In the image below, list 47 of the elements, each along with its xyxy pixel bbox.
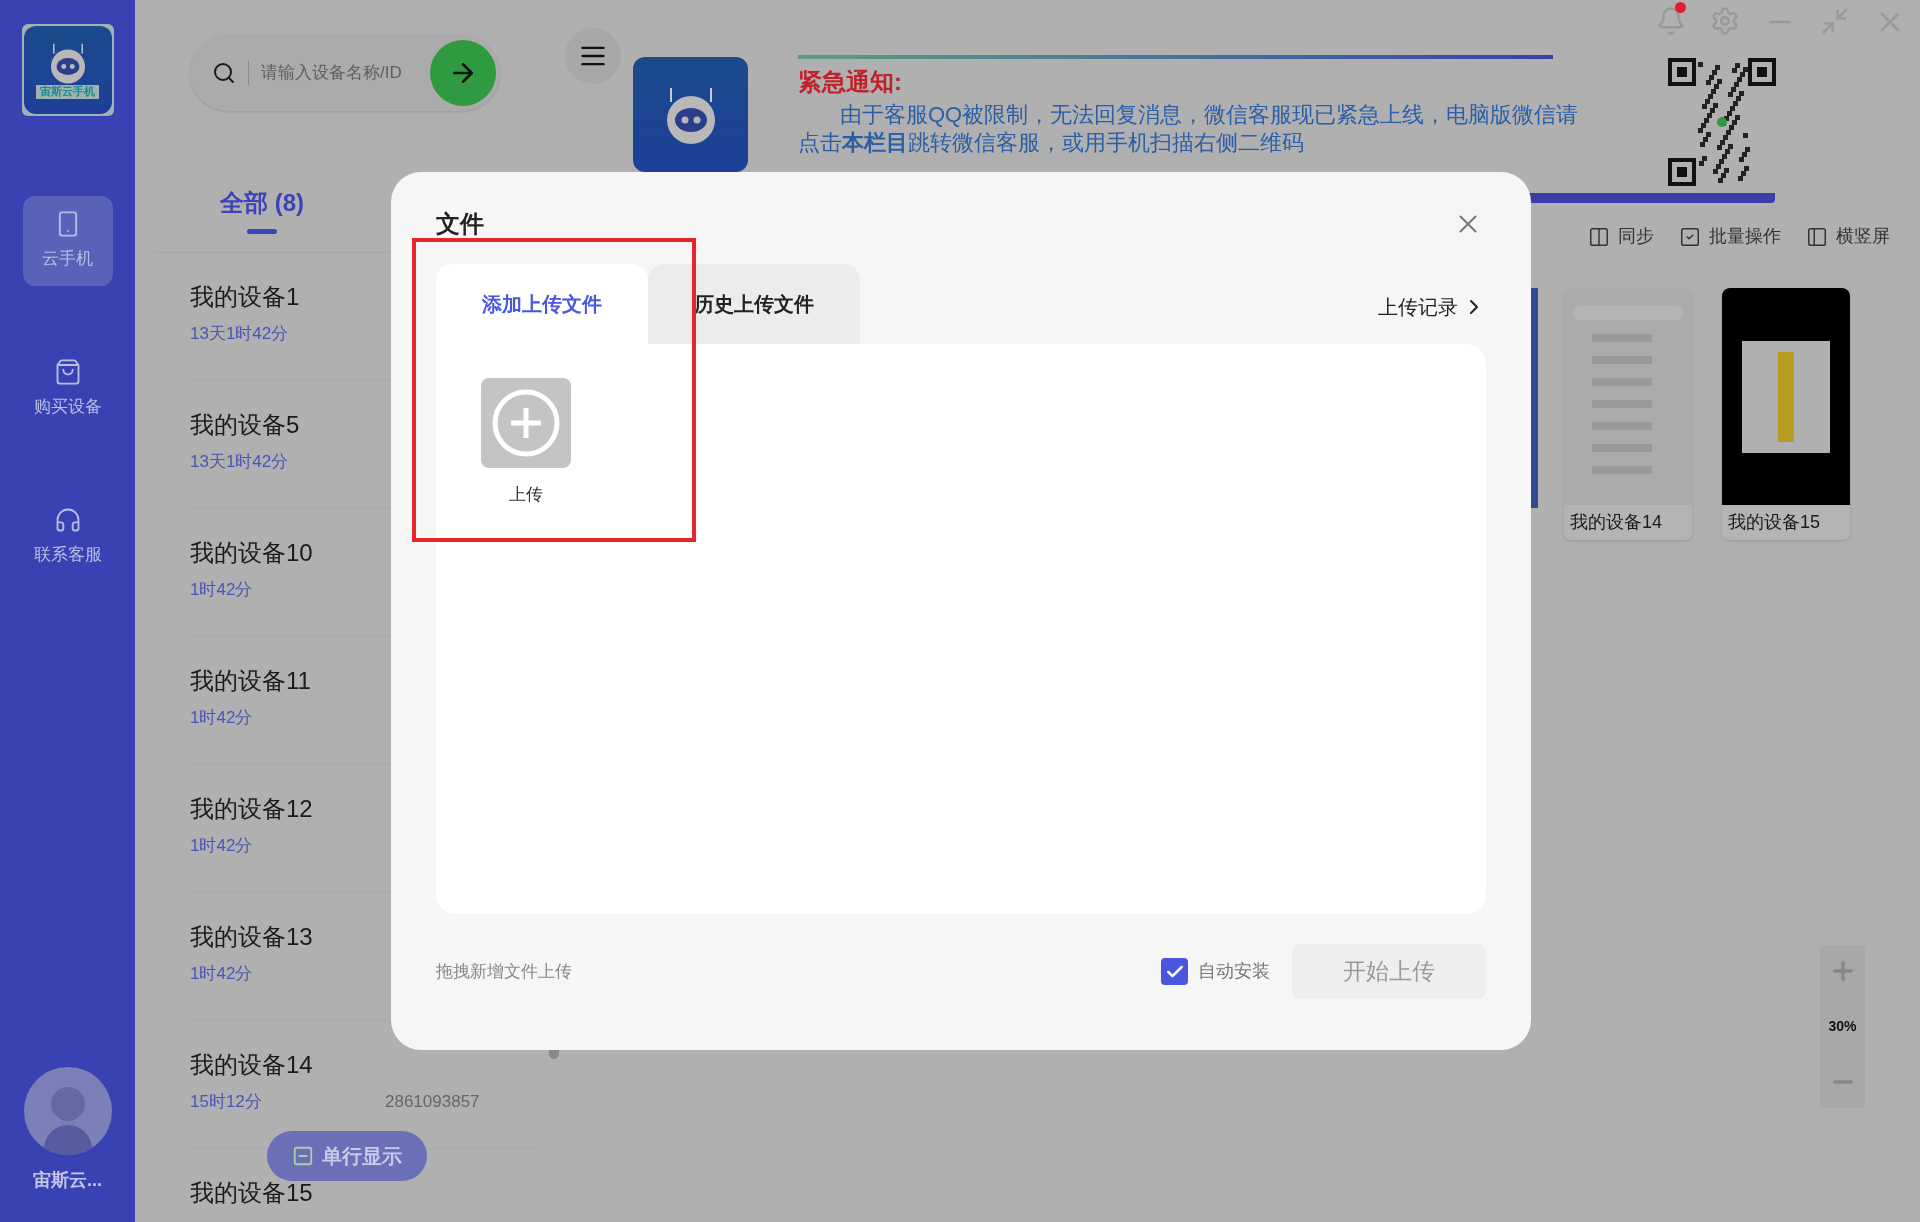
toolbar-icon	[1679, 225, 1701, 248]
device-card[interactable]: 我的设备14	[1564, 288, 1692, 540]
device-card[interactable]: 我的设备15	[1722, 288, 1850, 540]
notice-title: 紧急通知:	[798, 67, 902, 97]
device-time: 1时42分	[190, 579, 254, 601]
bell-icon	[1656, 6, 1686, 36]
logo-caption: 宙斯云手机	[36, 85, 99, 99]
plus-circle-icon	[491, 388, 561, 458]
device-name[interactable]: 我的设备10	[190, 535, 313, 571]
zoom-level: 30%	[1828, 1017, 1857, 1036]
device-id: 2861093857	[385, 1091, 480, 1113]
toolbar-button[interactable]: 同步	[1588, 223, 1654, 250]
checkbox[interactable]	[1161, 958, 1188, 985]
auto-install-checkbox[interactable]: 自动安装	[1161, 958, 1270, 985]
device-card-name: 我的设备15	[1727, 511, 1822, 534]
drag-hint: 拖拽新增文件上传	[436, 960, 572, 983]
dialog-title: 文件	[436, 209, 484, 239]
nav-item[interactable]: 联系客服	[22, 492, 113, 582]
user-name: 宙斯云...	[33, 1169, 102, 1192]
toolbar-button[interactable]: 批量操作	[1679, 223, 1781, 250]
list-tab[interactable]: 全部 (8)	[220, 185, 304, 234]
device-time: 1时42分	[190, 707, 254, 729]
device-name[interactable]: 我的设备12	[190, 791, 313, 827]
device-name[interactable]: 我的设备11	[190, 663, 311, 699]
device-time: 1时42分	[190, 963, 254, 985]
toolbar-button[interactable]: 横竖屏	[1806, 223, 1890, 250]
dialog-tab[interactable]: 添加上传文件	[436, 264, 648, 344]
device-time: 13天1时42分	[190, 451, 290, 473]
device-name[interactable]: 我的设备5	[190, 407, 300, 443]
minus-square-icon	[292, 1145, 314, 1167]
device-name[interactable]: 我的设备13	[190, 919, 313, 955]
device-time: 1时42分	[190, 835, 254, 857]
qr-code-icon	[1668, 58, 1776, 186]
toolbar-icon	[1806, 225, 1828, 248]
search-field[interactable]: 请输入设备名称/ID	[190, 35, 500, 111]
nav-item[interactable]: 购买设备	[22, 344, 113, 434]
device-time: 15时12分	[190, 1091, 263, 1113]
device-name[interactable]: 我的设备14	[190, 1047, 313, 1083]
go-button[interactable]	[430, 40, 496, 106]
search-icon	[212, 61, 236, 85]
search-input[interactable]: 请输入设备名称/ID	[261, 60, 430, 86]
dialog-tab[interactable]: 历史上传文件	[648, 264, 860, 344]
upload-record-link[interactable]: 上传记录	[1378, 292, 1486, 322]
device-time: 13天1时42分	[190, 323, 290, 345]
toolbar-icon	[1588, 225, 1610, 248]
device-name[interactable]: 我的设备1	[190, 279, 300, 315]
device-card-name: 我的设备14	[1569, 511, 1664, 534]
